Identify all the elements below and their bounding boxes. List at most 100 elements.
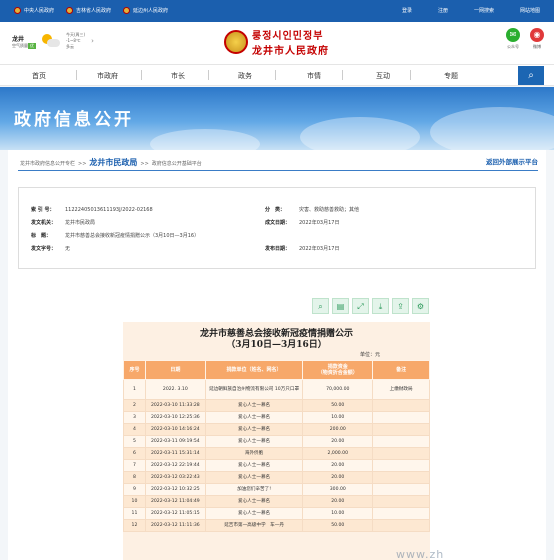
cell-date: 2022. 3.10 [144, 379, 206, 400]
cell-remark [372, 411, 430, 424]
table-row: 10 2022-03-12 11:04:49 爱心人士一慕名 20.00 [123, 495, 430, 508]
weather-location: 龙井 空气质量优 [12, 34, 36, 49]
download-button[interactable]: ⤓ [372, 298, 389, 314]
cell-donor: 爱心人士一慕名 [204, 399, 304, 412]
cell-no: 5 [123, 435, 146, 448]
notice-unit: 单位：元 [359, 352, 380, 358]
col-header-no: 序号 [123, 360, 146, 380]
breadcrumb-platform[interactable]: 政府信息公开基础平台 [152, 160, 202, 167]
cell-remark [372, 507, 430, 520]
table-row: 2 2022-03-10 11:33:28 爱心人士一慕名 50.00 [123, 399, 430, 412]
cell-donor: 爱心人士一慕名 [204, 411, 304, 424]
cell-date: 2022-03-11 15:31:14 [144, 447, 206, 460]
search-button[interactable]: ⌕ [518, 66, 544, 85]
one-search-link[interactable]: 一网搜索 [474, 7, 494, 14]
nav-divider [275, 70, 276, 80]
cell-remark [372, 483, 430, 496]
cell-date: 2022-03-10 14:16:24 [144, 423, 206, 436]
site-brand[interactable]: 룽정시인민정부 龙井市人民政府 [224, 27, 329, 57]
emblem-icon [66, 7, 74, 14]
table-row: 4 2022-03-10 14:16:24 爱心人士一慕名 200.00 [123, 423, 430, 436]
document-metadata: 索 引 号： 11222405013611193J/2022-02168 分 类：… [18, 187, 536, 269]
col-header-donor: 捐款单位（姓名、网名） [204, 360, 304, 380]
main-nav: 首页 市政府 市长 政务 市情 互动 专题 ⌕ [0, 64, 554, 86]
nav-topics[interactable]: 专题 [444, 71, 458, 81]
gov-link-province[interactable]: 吉林省人民政府 [66, 7, 111, 14]
share-icon: ⇪ [397, 302, 404, 311]
cell-amount: 10.00 [302, 411, 374, 424]
cell-no: 9 [123, 483, 146, 496]
top-bar: 中央人民政府 吉林省人民政府 延边州人民政府 登录 注册 一网搜索 网站地图 [0, 0, 554, 22]
banner: 政府信息公开 [0, 87, 554, 150]
meta-created-date: 成文日期： 2022年03月17日 [265, 220, 340, 226]
share-button[interactable]: ⇪ [392, 298, 409, 314]
watermark: www.zh [396, 548, 445, 560]
expand-icon: ⤢ [357, 302, 364, 311]
cell-amount: 50.00 [302, 399, 374, 412]
nav-government-affairs[interactable]: 政务 [238, 71, 252, 81]
banner-title: 政府信息公开 [14, 110, 134, 130]
breadcrumb: 龙井市政府信息公开专栏 >> 龙井市民政局 >> 政府信息公开基础平台 [20, 157, 202, 168]
weibo-icon: ◉ [530, 28, 544, 42]
table-row: 3 2022-03-10 12:25:36 爱心人士一慕名 10.00 [123, 411, 430, 424]
meta-issuer: 发文机关： 龙井市民政局 [31, 220, 96, 226]
nav-city-info[interactable]: 市情 [307, 71, 321, 81]
nav-interaction[interactable]: 互动 [376, 71, 390, 81]
cell-amount: 200.00 [302, 423, 374, 436]
air-quality: 空气质量优 [12, 42, 36, 49]
cell-no: 10 [123, 495, 146, 508]
content-panel: 龙井市政府信息公开专栏 >> 龙井市民政局 >> 政府信息公开基础平台 返回外部… [8, 150, 546, 560]
gov-link-prefecture[interactable]: 延边州人民政府 [123, 7, 168, 14]
nav-mayor[interactable]: 市长 [171, 71, 185, 81]
cell-amount: 20.00 [302, 471, 374, 484]
weather-forecast: 今天(周三) -1~8℃ 多云 [66, 32, 86, 49]
weibo-link[interactable]: ◉ 微博 [530, 28, 544, 50]
zoom-search-button[interactable]: ⌕ [312, 298, 329, 314]
cell-amount: 10.00 [302, 507, 374, 520]
notice-subtitle: （3月10日—3月16日） [226, 340, 327, 350]
cell-donor: 加油您们辛苦了! [204, 483, 304, 496]
register-link[interactable]: 注册 [438, 7, 448, 14]
nav-divider [141, 70, 142, 80]
cell-no: 11 [123, 507, 146, 520]
cell-amount: 20.00 [302, 435, 374, 448]
fullscreen-button[interactable]: ⤢ [352, 298, 369, 314]
table-row: 1 2022. 3.10 延边朝鲜族自治州物流有限公司 10万只口罩 70,000.0… [123, 379, 430, 400]
cell-donor: 爱心人士一慕名 [204, 471, 304, 484]
cell-no: 2 [123, 399, 146, 412]
wechat-link[interactable]: ✉ 公众号 [506, 28, 520, 50]
city-name: 龙井 [12, 35, 25, 43]
cell-donor: 爱心人士一慕名 [204, 495, 304, 508]
gov-link-central[interactable]: 中央人民政府 [14, 7, 54, 14]
brand-korean: 룽정시인민정부 [252, 31, 324, 42]
breadcrumb-current[interactable]: 龙井市民政局 [89, 157, 137, 168]
breadcrumb-root[interactable]: 龙井市政府信息公开专栏 [20, 160, 75, 167]
air-quality-badge: 优 [28, 42, 36, 49]
cell-date: 2022-03-10 12:25:36 [144, 411, 206, 424]
weather-widget: 龙井 空气质量优 今天(周三) -1~8℃ 多云 › [12, 32, 94, 50]
gov-links: 中央人民政府 吉林省人民政府 延边州人民政府 [14, 7, 168, 14]
cell-date: 2022-03-12 11:11:36 [144, 519, 206, 532]
login-link[interactable]: 登录 [402, 7, 412, 14]
nav-divider [208, 70, 209, 80]
download-icon: ⤓ [378, 302, 383, 311]
cell-remark [372, 447, 430, 460]
table-header-row: 序号 日期 捐款单位（姓名、网名） 捐款资金 （物资折合金额） 备注 [123, 360, 430, 380]
meta-published-date: 发布日期： 2022年03月17日 [265, 246, 340, 252]
cell-remark: 上缴财政局 [372, 379, 430, 400]
cell-donor: 延边朝鲜族自治州物流有限公司 10万只口罩 [204, 379, 304, 400]
cell-remark [372, 423, 430, 436]
cell-date: 2022-03-12 03:22:43 [144, 471, 206, 484]
cloud-decoration [300, 117, 420, 150]
cell-remark [372, 471, 430, 484]
back-to-external-link[interactable]: 返回外部展示平台 [486, 156, 538, 166]
word-doc-button[interactable]: ▤ [332, 298, 349, 314]
chevron-right-icon[interactable]: › [91, 37, 94, 45]
cell-date: 2022-03-12 22:19:44 [144, 459, 206, 472]
settings-button[interactable]: ⚙ [412, 298, 429, 314]
sitemap-link[interactable]: 网站地图 [520, 7, 540, 14]
nav-home[interactable]: 首页 [32, 71, 46, 81]
cell-amount: 20.00 [302, 495, 374, 508]
social-links: ✉ 公众号 ◉ 微博 [506, 28, 544, 50]
nav-city-government[interactable]: 市政府 [97, 71, 118, 81]
